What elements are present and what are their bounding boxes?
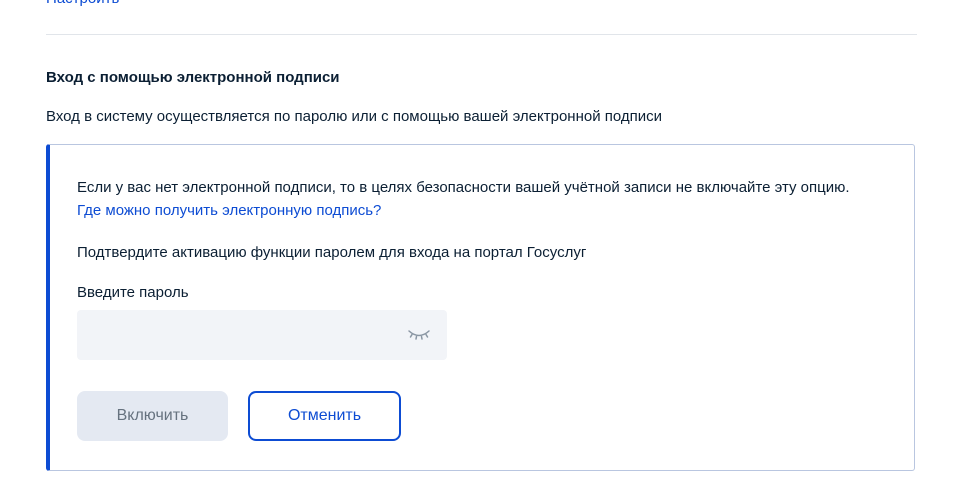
- divider: [46, 34, 917, 35]
- cancel-button[interactable]: Отменить: [248, 391, 401, 441]
- warning-text: Если у вас нет электронной подписи, то в…: [77, 179, 850, 196]
- signature-card: Если у вас нет электронной подписи, то в…: [46, 144, 915, 471]
- eye-closed-icon[interactable]: [407, 327, 431, 343]
- configure-link[interactable]: Настроить: [46, 0, 119, 8]
- section-description: Вход в систему осуществляется по паролю …: [46, 108, 663, 125]
- enable-button[interactable]: Включить: [77, 391, 228, 441]
- password-label: Введите пароль: [77, 284, 189, 301]
- password-field: [77, 310, 447, 360]
- section-title: Вход с помощью электронной подписи: [46, 69, 340, 86]
- confirm-text: Подтвердите активацию функции паролем дл…: [77, 244, 587, 261]
- settings-page: Настроить Вход с помощью электронной под…: [0, 0, 973, 497]
- get-signature-link[interactable]: Где можно получить электронную подпись?: [77, 201, 381, 221]
- password-input[interactable]: [77, 310, 397, 360]
